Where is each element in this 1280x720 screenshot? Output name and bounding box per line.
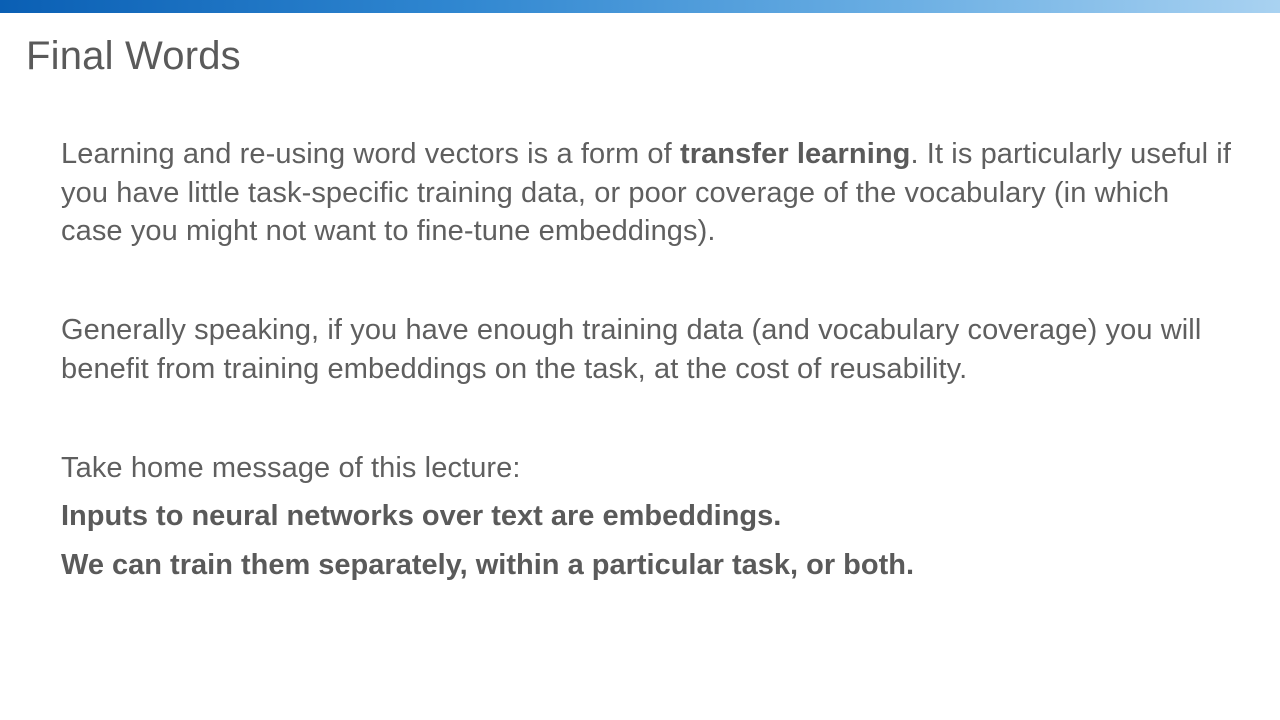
header-accent-bar — [0, 0, 1280, 13]
takeaway-line-training: We can train them separately, within a p… — [61, 549, 915, 581]
paragraph-training-embeddings: Generally speaking, if you have enough t… — [61, 314, 1202, 385]
takeaway-line-inputs: Inputs to neural networks over text are … — [61, 500, 782, 532]
emphasis-transfer-learning: transfer learning — [679, 138, 911, 170]
takeaway-intro: Take home message of this lecture: — [61, 452, 521, 484]
slide-title: Final Words — [26, 34, 241, 78]
paragraph-transfer-learning: Learning and re-using word vectors is a … — [61, 135, 1231, 251]
paragraph-text-before: Learning and re-using word vectors is a … — [61, 138, 680, 170]
